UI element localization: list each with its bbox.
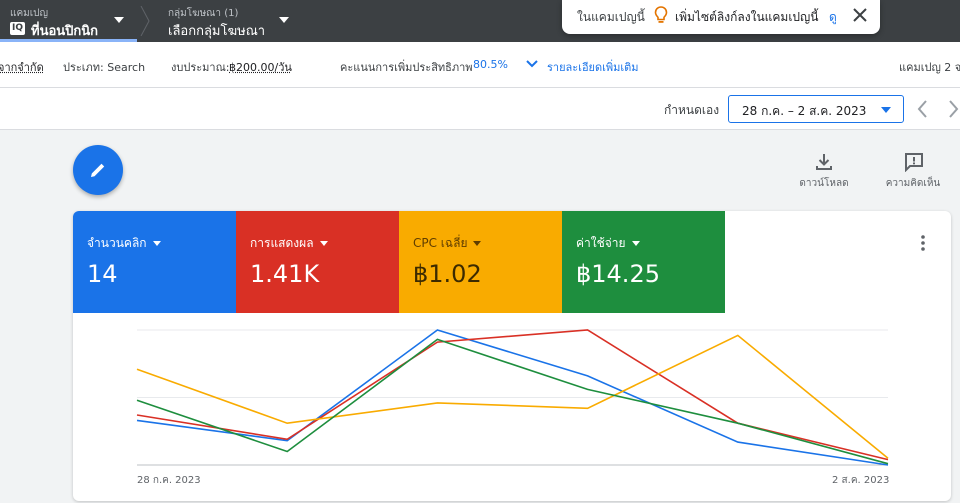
metric-label: ค่าใช้จ่าย	[576, 234, 640, 253]
chevron-down-icon	[279, 17, 289, 23]
date-range-label: กำหนดเอง	[664, 103, 720, 117]
download-button[interactable]: ดาวน์โหลด	[789, 150, 859, 195]
previous-period-icon[interactable]	[912, 96, 934, 122]
adgroup-name: เลือกกลุ่มโฆษณา	[168, 24, 266, 39]
campaign-info-bar: จากจำกัด ประเภท: Search งบประมาณ: ฿200.0…	[0, 42, 960, 110]
x-axis-start-label: 28 ก.ค. 2023	[137, 475, 201, 486]
lightbulb-icon	[654, 6, 668, 23]
more-details-link[interactable]: รายละเอียดเพิ่มเติม	[547, 58, 639, 76]
series-line-1	[136, 329, 889, 461]
metric-tile-cost[interactable]: ค่าใช้จ่าย ฿14.25	[562, 211, 725, 313]
more-options-icon[interactable]	[915, 233, 931, 253]
feedback-label: ความคิดเห็น	[885, 178, 941, 189]
campaign-name: ที่นอนปิกนิก	[31, 24, 99, 39]
chevron-right-icon	[140, 6, 150, 36]
metric-value: 14	[87, 260, 118, 288]
metric-tile-impressions[interactable]: การแสดงผล 1.41K	[236, 211, 399, 313]
date-range-picker[interactable]: 28 ก.ค. – 2 ส.ค. 2023	[728, 95, 904, 123]
toast-view-link[interactable]: ดู	[829, 8, 837, 27]
metric-label: จำนวนคลิก	[87, 234, 161, 253]
campaign-status[interactable]: จากจำกัด	[0, 58, 44, 76]
notification-toast: ในแคมเปญนี้ เพิ่มไซต์ลิงก์ลงในแคมเปญนี้ …	[562, 0, 880, 34]
campaign-logo-icon: IQ	[10, 22, 25, 35]
feedback-button[interactable]: ความคิดเห็น	[878, 150, 948, 195]
budget-label: งบประมาณ:	[171, 61, 230, 74]
chevron-down-icon	[881, 107, 891, 113]
series-line-3	[136, 338, 889, 465]
metric-value: 1.41K	[250, 260, 320, 288]
optimization-score-label: คะแนนการเพิ่มประสิทธิภาพ	[340, 61, 473, 74]
edit-button[interactable]	[73, 145, 123, 195]
metric-tile-avg-cpc[interactable]: CPC เฉลี่ย ฿1.02	[399, 211, 562, 313]
performance-card: จำนวนคลิก 14 การแสดงผล 1.41K CPC เฉลี่ย …	[73, 211, 951, 501]
more-details-chevron-icon[interactable]	[526, 60, 538, 68]
download-label: ดาวน์โหลด	[799, 178, 849, 189]
campaign-count: แคมเปญ 2 จ	[899, 61, 960, 74]
campaign-selector[interactable]: แคมเปญ IQ ที่นอนปิกนิก	[0, 0, 137, 42]
x-axis-end-label: 2 ส.ค. 2023	[832, 475, 890, 486]
download-icon	[816, 154, 832, 170]
metric-label: CPC เฉลี่ย	[413, 234, 482, 253]
metric-value: ฿14.25	[576, 260, 660, 288]
performance-chart	[136, 329, 889, 466]
budget-value[interactable]: ฿200.00/วัน	[229, 58, 292, 76]
pencil-icon	[91, 163, 105, 177]
toast-prefix: ในแคมเปญนี้	[577, 10, 645, 24]
close-icon[interactable]	[850, 5, 870, 25]
date-range-value: 28 ก.ค. – 2 ส.ค. 2023	[742, 104, 867, 118]
next-period-icon[interactable]	[942, 96, 960, 122]
optimization-score-value[interactable]: 80.5%	[473, 58, 508, 71]
metric-tile-clicks[interactable]: จำนวนคลิก 14	[73, 211, 236, 313]
toast-message: เพิ่มไซต์ลิงก์ลงในแคมเปญนี้	[675, 10, 819, 24]
metric-label: การแสดงผล	[250, 234, 328, 253]
date-range-bar: กำหนดเอง 28 ก.ค. – 2 ส.ค. 2023	[0, 88, 960, 130]
campaign-selector-label: แคมเปญ	[10, 8, 49, 19]
series-line-2	[136, 334, 889, 459]
metric-value: ฿1.02	[413, 260, 482, 288]
feedback-icon	[905, 153, 923, 172]
adgroup-selector-label: กลุ่มโฆษณา (1)	[168, 8, 239, 19]
campaign-type: ประเภท: Search	[63, 61, 146, 74]
chevron-down-icon	[114, 17, 124, 23]
